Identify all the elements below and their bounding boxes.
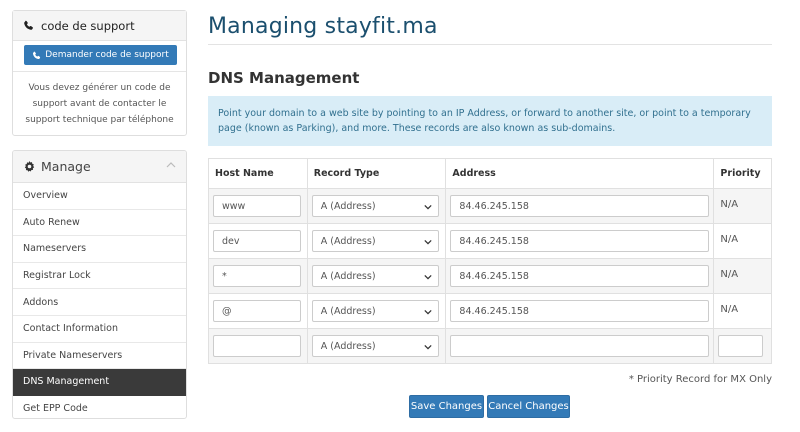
address-input[interactable]	[450, 335, 710, 357]
save-changes-button[interactable]: Save Changes	[409, 395, 484, 418]
support-card-header: code de support	[13, 11, 186, 41]
section-title: DNS Management	[208, 69, 360, 87]
column-header-host-name: Host Name	[208, 158, 308, 189]
table-row: A (Address)	[208, 328, 772, 364]
column-header-priority: Priority	[713, 158, 772, 189]
sidebar-item-contact-information[interactable]: Contact Information	[13, 316, 186, 343]
address-input[interactable]: 84.46.245.158	[450, 300, 710, 322]
record-type-value: A (Address)	[320, 200, 376, 212]
phone-icon	[32, 51, 41, 60]
chevron-up-icon[interactable]	[166, 160, 176, 170]
priority-mx-note: * Priority Record for MX Only	[628, 374, 772, 385]
dns-records-table: Host Name Record Type Address Priority w…	[208, 158, 772, 364]
record-type-select[interactable]: A (Address)	[311, 195, 439, 217]
sidebar-item-get-epp-code[interactable]: Get EPP Code	[13, 396, 186, 418]
priority-value: N/A	[713, 293, 772, 329]
column-header-record-type: Record Type	[306, 158, 447, 189]
support-card-title: code de support	[41, 18, 135, 33]
info-alert: Point your domain to a web site by point…	[208, 96, 772, 146]
support-description: Vous devez générer un code de support av…	[25, 83, 174, 125]
manage-menu-header[interactable]: Manage	[13, 151, 186, 183]
address-input[interactable]: 84.46.245.158	[450, 230, 710, 252]
host-name-input[interactable]: @	[213, 300, 301, 322]
manage-menu: Manage Overview Auto Renew Nameservers R…	[12, 150, 187, 419]
priority-value: N/A	[713, 223, 772, 259]
record-type-select[interactable]: A (Address)	[311, 335, 439, 357]
host-name-input[interactable]: *	[213, 265, 301, 287]
address-input[interactable]: 84.46.245.158	[450, 265, 710, 287]
divider	[13, 71, 186, 72]
table-row: dev A (Address) 84.46.245.158 N/A	[208, 223, 772, 259]
request-support-code-label: Demander code de support	[45, 50, 169, 60]
host-name-input[interactable]	[213, 335, 301, 357]
chevron-down-icon	[424, 308, 432, 316]
request-support-code-button[interactable]: Demander code de support	[24, 45, 177, 65]
table-row: * A (Address) 84.46.245.158 N/A	[208, 258, 772, 294]
sidebar-item-private-nameservers[interactable]: Private Nameservers	[13, 343, 186, 370]
sidebar-item-addons[interactable]: Addons	[13, 289, 186, 316]
record-type-select[interactable]: A (Address)	[311, 300, 439, 322]
table-row: www A (Address) 84.46.245.158 N/A	[208, 188, 772, 224]
column-header-address: Address	[445, 158, 715, 189]
record-type-value: A (Address)	[320, 235, 376, 247]
priority-input[interactable]	[718, 335, 764, 357]
sidebar-item-overview[interactable]: Overview	[13, 183, 186, 210]
host-name-input[interactable]: www	[213, 195, 301, 217]
address-input[interactable]: 84.46.245.158	[450, 195, 710, 217]
record-type-value: A (Address)	[320, 305, 376, 317]
table-row: @ A (Address) 84.46.245.158 N/A	[208, 293, 772, 329]
record-type-select[interactable]: A (Address)	[311, 230, 439, 252]
manage-menu-title: Manage	[41, 159, 91, 174]
gear-icon	[24, 161, 35, 172]
chevron-down-icon	[424, 203, 432, 211]
chevron-down-icon	[424, 238, 432, 246]
sidebar-item-dns-management[interactable]: DNS Management	[13, 369, 186, 396]
record-type-select[interactable]: A (Address)	[311, 265, 439, 287]
support-card: code de support Demander code de support…	[12, 10, 187, 136]
record-type-value: A (Address)	[320, 270, 376, 282]
page-title: Managing stayfit.ma	[208, 14, 438, 39]
sidebar-item-auto-renew[interactable]: Auto Renew	[13, 210, 186, 237]
chevron-down-icon	[424, 273, 432, 281]
table-header-row: Host Name Record Type Address Priority	[208, 158, 772, 189]
divider	[208, 44, 772, 45]
record-type-value: A (Address)	[320, 340, 376, 352]
sidebar-item-registrar-lock[interactable]: Registrar Lock	[13, 263, 186, 290]
priority-value: N/A	[713, 258, 772, 294]
host-name-input[interactable]: dev	[213, 230, 301, 252]
chevron-down-icon	[424, 343, 432, 351]
sidebar-item-nameservers[interactable]: Nameservers	[13, 236, 186, 263]
phone-icon	[23, 20, 37, 31]
cancel-changes-button[interactable]: Cancel Changes	[487, 395, 570, 418]
priority-value: N/A	[713, 188, 772, 224]
